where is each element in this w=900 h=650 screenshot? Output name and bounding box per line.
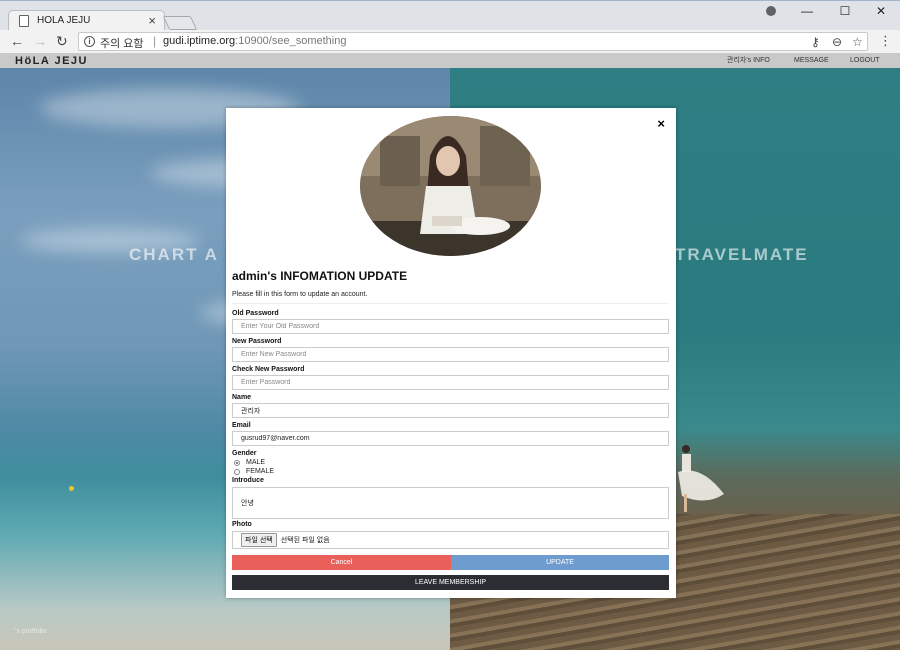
- new-password-label: New Password: [232, 338, 282, 345]
- security-warning[interactable]: 주의 요함: [100, 35, 144, 51]
- modal-title: admin's INFOMATION UPDATE: [232, 269, 408, 283]
- email-input[interactable]: [232, 431, 669, 446]
- back-icon[interactable]: ←: [10, 33, 24, 49]
- browser-tab[interactable]: HOLA JEJU ×: [8, 10, 165, 32]
- dancer-image: [678, 445, 724, 512]
- key-icon[interactable]: ⚷: [811, 34, 820, 50]
- female-radio[interactable]: [234, 468, 240, 475]
- gender-option-female[interactable]: FEMALE: [234, 468, 274, 475]
- gender-label: Gender: [232, 450, 257, 457]
- male-label: MALE: [246, 459, 266, 466]
- photo-label: Photo: [232, 521, 252, 528]
- url-text[interactable]: gudi.iptime.org:10900/see_something: [163, 35, 346, 47]
- page-icon: [19, 15, 29, 27]
- choose-file-button[interactable]: 파일 선택: [241, 533, 277, 547]
- page-viewport: CHART A TRAVELMATE 's portfolio HöLA JEJ…: [0, 54, 900, 650]
- close-icon[interactable]: ×: [657, 117, 665, 130]
- star-icon[interactable]: ☆: [852, 34, 863, 50]
- new-tab-button[interactable]: [162, 16, 198, 30]
- travelmate-section-title: TRAVELMATE: [675, 245, 809, 264]
- portfolio-label: 's portfolio: [15, 628, 47, 635]
- file-status: 선택된 파일 없음: [280, 537, 330, 544]
- introduce-label: Introduce: [232, 477, 264, 484]
- browser-titlebar: HOLA JEJU × — ☐ ✕: [0, 0, 900, 32]
- modal-subtitle: Please fill in this form to update an ac…: [232, 291, 368, 298]
- update-button[interactable]: UPDATE: [451, 555, 669, 570]
- zoom-icon[interactable]: ⊖: [832, 34, 842, 50]
- female-label: FEMALE: [246, 468, 275, 475]
- name-input[interactable]: [232, 403, 669, 418]
- close-tab-icon[interactable]: ×: [148, 13, 156, 29]
- site-logo[interactable]: HöLA JEJU: [15, 54, 88, 68]
- old-password-label: Old Password: [232, 310, 279, 317]
- nav-message[interactable]: MESSAGE: [794, 56, 829, 66]
- info-icon[interactable]: i: [84, 36, 95, 47]
- maximize-button[interactable]: ☐: [826, 3, 864, 19]
- address-bar[interactable]: i 주의 요함 | gudi.iptime.org:10900/see_some…: [78, 32, 868, 51]
- close-window-button[interactable]: ✕: [862, 3, 900, 19]
- new-password-input[interactable]: [232, 347, 669, 362]
- forward-icon[interactable]: →: [33, 33, 47, 49]
- browser-toolbar: ← → ↻ i 주의 요함 | gudi.iptime.org:10900/se…: [0, 30, 900, 54]
- check-password-input[interactable]: [232, 375, 669, 390]
- menu-icon[interactable]: ⋮: [879, 33, 892, 49]
- name-label: Name: [232, 394, 252, 401]
- leave-membership-button[interactable]: LEAVE MEMBERSHIP: [232, 575, 669, 590]
- nav-admin-info[interactable]: 관리자's INFO: [727, 56, 770, 66]
- update-info-modal: × admin's INFOMATION UPDATE Please fill …: [226, 108, 676, 598]
- email-label: Email: [232, 422, 251, 429]
- cancel-button[interactable]: Cancel: [232, 555, 451, 570]
- url-separator: |: [153, 34, 157, 48]
- old-password-input[interactable]: [232, 319, 669, 334]
- site-header: HöLA JEJU 관리자's INFO MESSAGE LOGOUT: [0, 54, 900, 68]
- nav-logout[interactable]: LOGOUT: [850, 56, 880, 66]
- divider: [232, 303, 669, 304]
- tab-title: HOLA JEJU: [37, 15, 91, 26]
- minimize-button[interactable]: —: [788, 3, 826, 19]
- check-password-label: Check New Password: [232, 366, 305, 373]
- bouy-marker: [69, 486, 74, 491]
- male-radio[interactable]: [234, 459, 240, 466]
- profile-icon[interactable]: [766, 6, 776, 16]
- chart-section-title: CHART A: [129, 245, 219, 264]
- reload-icon[interactable]: ↻: [56, 33, 68, 49]
- introduce-textarea[interactable]: 안녕: [232, 487, 669, 519]
- avatar: [360, 116, 541, 256]
- photo-file-input[interactable]: 파일 선택 선택된 파일 없음: [232, 531, 669, 549]
- gender-option-male[interactable]: MALE: [234, 459, 265, 466]
